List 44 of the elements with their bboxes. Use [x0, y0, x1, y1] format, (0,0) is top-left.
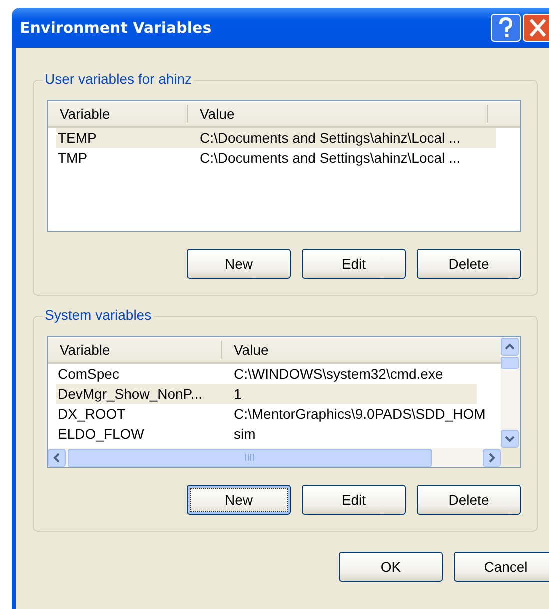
- help-icon[interactable]: [491, 14, 521, 42]
- horizontal-scrollbar[interactable]: [48, 448, 520, 467]
- variable-value: C:\Documents and Settings\ahinz\Local ...: [199, 130, 461, 146]
- variable-name: TEMP: [57, 130, 98, 146]
- scroll-down-icon[interactable]: [501, 430, 519, 448]
- dialog-button[interactable]: OK: [339, 552, 443, 582]
- scrollbar-corner: [501, 448, 520, 467]
- variable-value: sim: [233, 426, 256, 442]
- scroll-thumb[interactable]: [501, 357, 519, 369]
- column-header[interactable]: Value: [222, 341, 368, 359]
- scroll-left-icon[interactable]: [48, 448, 66, 466]
- action-button[interactable]: Edit: [302, 485, 406, 515]
- window-title: Environment Variables: [20, 19, 212, 37]
- column-header[interactable]: Variable: [48, 105, 188, 123]
- variable-name: ComSpec: [57, 366, 120, 382]
- variable-name: DevMgr_Show_NonP...: [57, 386, 204, 402]
- column-header[interactable]: Value: [188, 105, 488, 123]
- vertical-scrollbar[interactable]: [501, 337, 520, 448]
- variable-name: TMP: [57, 150, 89, 166]
- action-button[interactable]: New: [187, 249, 291, 279]
- variable-value: C:\MentorGraphics\9.0PADS\SDD_HOM: [233, 406, 486, 422]
- dialog-button[interactable]: Cancel: [454, 552, 549, 582]
- variable-name: ELDO_FLOW: [57, 426, 146, 442]
- variable-name: DX_ROOT: [57, 406, 127, 422]
- grip-icon: [245, 454, 255, 461]
- list-row[interactable]: DevMgr_Show_NonP... 1: [56, 384, 477, 404]
- list-row[interactable]: ELDO_FLOW sim: [56, 424, 477, 444]
- scroll-up-icon[interactable]: [501, 338, 519, 356]
- close-icon[interactable]: [523, 14, 549, 42]
- group-title: System variables: [43, 307, 154, 323]
- variable-value: C:\WINDOWS\system32\cmd.exe: [233, 366, 444, 382]
- list-row[interactable]: TMP C:\Documents and Settings\ahinz\Local ...: [56, 148, 496, 168]
- action-button[interactable]: Edit: [302, 249, 406, 279]
- action-button[interactable]: Delete: [417, 485, 521, 515]
- group-title: User variables for ahinz: [43, 71, 194, 87]
- list-row[interactable]: TEMP C:\Documents and Settings\ahinz\Local ...: [56, 128, 496, 148]
- column-header[interactable]: Variable: [48, 341, 222, 359]
- variable-value: 1: [233, 386, 242, 402]
- action-button[interactable]: New: [187, 485, 291, 515]
- list-row[interactable]: ComSpec C:\WINDOWS\system32\cmd.exe: [56, 364, 477, 384]
- scroll-thumb[interactable]: [68, 448, 432, 466]
- scroll-right-icon[interactable]: [483, 448, 501, 466]
- variable-value: C:\Documents and Settings\ahinz\Local ...: [199, 150, 461, 166]
- action-button[interactable]: Delete: [417, 249, 521, 279]
